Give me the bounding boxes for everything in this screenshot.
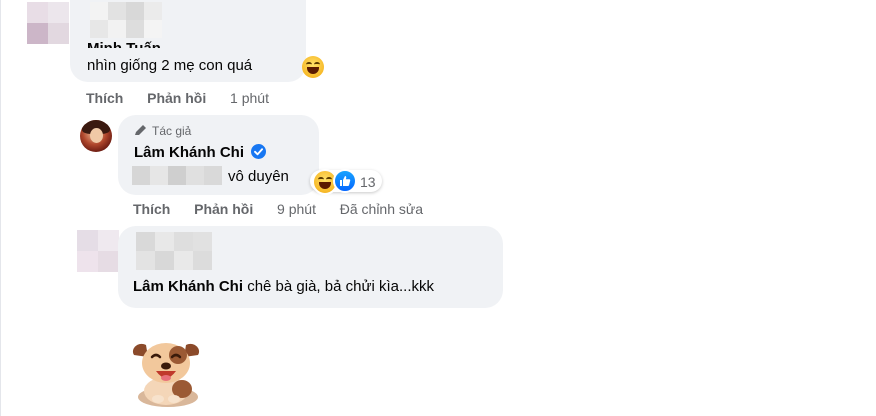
mention-link[interactable]: Lâm Khánh Chi [133,278,243,295]
comment-text: nhìn giống 2 mẹ con quá [87,57,253,74]
author-name[interactable]: Lâm Khánh Chi [134,144,244,161]
comment-body: chê bà già, bả chửi kìa...kkk [247,278,434,295]
blurred-region [132,166,222,185]
edited-label[interactable]: Đã chỉnh sửa [340,201,423,217]
reply-button[interactable]: Phản hồi [194,201,253,217]
reply-button[interactable]: Phản hồi [147,90,206,106]
pencil-icon [135,125,146,135]
comment-text: Lâm Khánh Chi chê bà già, bả chửi kìa...… [133,278,434,295]
blurred-region [90,2,162,38]
verified-badge-icon [251,144,267,159]
author-badge: Tác giả [134,124,191,138]
comment-author[interactable]: Minh Tuấn [87,37,161,48]
avatar[interactable] [80,120,112,152]
dog-sticker[interactable] [128,333,204,409]
blurred-avatar [77,230,119,272]
blurred-region [136,232,212,270]
thread-divider [0,0,1,416]
comment-time[interactable]: 9 phút [277,201,316,217]
like-reaction-icon [333,169,357,193]
blurred-avatar [27,2,69,44]
author-badge-label: Tác giả [152,124,192,138]
comment-text: vô duyên [228,168,289,185]
like-button[interactable]: Thích [86,90,123,106]
comment-author[interactable]: Lâm Khánh Chi [134,144,267,161]
comment-actions: Thích Phản hồi 1 phút [86,90,269,106]
comment-time[interactable]: 1 phút [230,90,269,106]
laughing-face-icon [302,56,324,78]
comment-actions: Thích Phản hồi 9 phút Đã chỉnh sửa [133,201,423,217]
reaction-count[interactable]: 13 [360,174,376,190]
like-button[interactable]: Thích [133,201,170,217]
